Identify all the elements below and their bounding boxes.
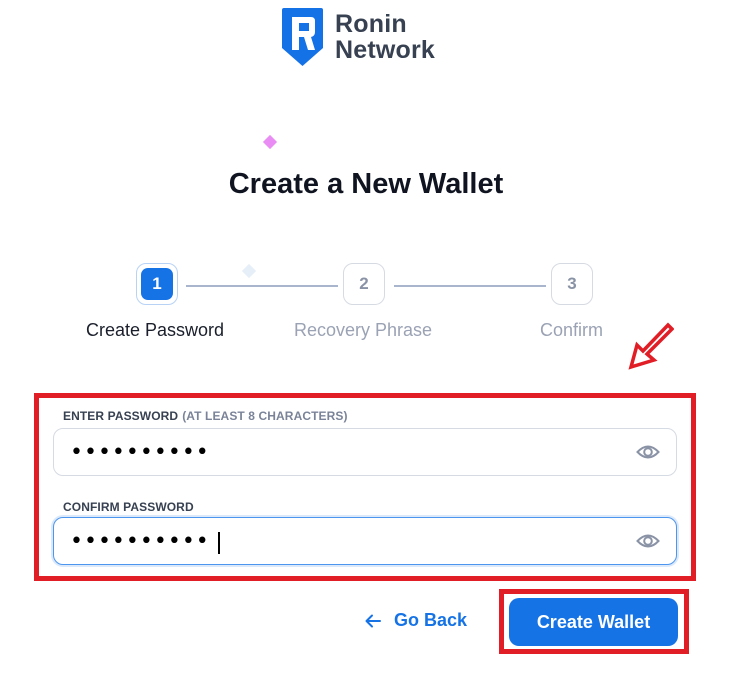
eye-icon[interactable] — [636, 531, 660, 551]
sparkle-decoration — [262, 134, 278, 150]
step-connector-1 — [186, 285, 338, 287]
arrow-left-icon — [365, 614, 381, 627]
logo-line-1: Ronin — [335, 10, 407, 38]
confirm-password-input[interactable] — [68, 520, 676, 562]
step-3-indicator: 3 — [551, 263, 593, 305]
page-title: Create a New Wallet — [228, 168, 504, 200]
confirm-password-label: CONFIRM PASSWORD — [63, 500, 194, 514]
logo-line-2: Network — [335, 36, 436, 64]
step-2-label: Recovery Phrase — [294, 320, 433, 340]
step-3-label: Confirm — [540, 320, 604, 340]
ronin-logo: Ronin Network — [280, 6, 435, 68]
password-input[interactable] — [68, 431, 676, 473]
password-hint: (AT LEAST 8 CHARACTERS) — [182, 409, 348, 423]
password-label-text: ENTER PASSWORD — [63, 409, 179, 423]
confirm-password-field[interactable] — [53, 517, 677, 565]
text-caret — [218, 532, 220, 554]
step-connector-2 — [394, 285, 546, 287]
step-1-indicator: 1 — [136, 263, 178, 305]
step-2-number: 2 — [359, 274, 369, 293]
step-1-number: 1 — [141, 268, 173, 300]
sparkle-decoration-2 — [241, 263, 257, 279]
step-1-label: Create Password — [86, 320, 225, 340]
logo-wordmark: Ronin Network — [335, 11, 435, 63]
ronin-shield-icon — [282, 8, 323, 66]
annotation-arrow-icon — [628, 322, 674, 370]
go-back-label: Go Back — [394, 610, 468, 630]
eye-icon[interactable] — [636, 442, 660, 462]
create-wallet-button[interactable]: Create Wallet — [509, 598, 678, 646]
password-field[interactable] — [53, 428, 677, 476]
step-2-indicator: 2 — [343, 263, 385, 305]
go-back-button[interactable]: Go Back — [365, 610, 467, 631]
password-label: ENTER PASSWORD (AT LEAST 8 CHARACTERS) — [63, 409, 348, 423]
create-wallet-page: Ronin Network Create a New Wallet 1 2 3 … — [0, 0, 746, 677]
step-3-number: 3 — [567, 274, 577, 293]
